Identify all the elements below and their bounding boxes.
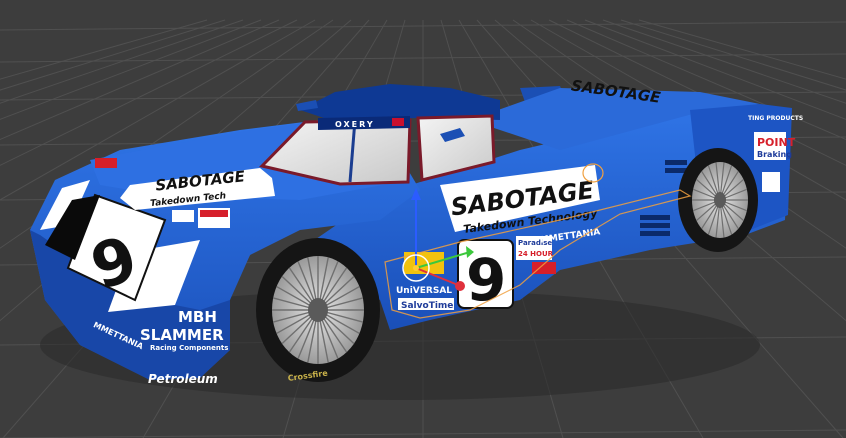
front-sponsor-petroleum: Petroleum [148, 372, 218, 386]
rear-wheel [678, 148, 758, 252]
front-sponsor-mbh: MBH [178, 308, 217, 326]
hood-decal-1 [172, 210, 194, 222]
hood-decal-3 [200, 210, 228, 217]
car-roof [300, 84, 500, 120]
rear-panel-text-1: TING PRODUCTS [748, 115, 803, 122]
side-race-number: 9 [466, 246, 506, 314]
rear-panel-text-3: Braking [757, 150, 792, 159]
gizmo-center-dot[interactable] [413, 265, 419, 271]
hood-decal-red [95, 158, 117, 168]
gizmo-x-handle[interactable] [455, 281, 465, 291]
side-sponsor-24hour: 24 HOUR [518, 250, 554, 258]
rear-panel-decal-2 [762, 172, 780, 192]
3d-viewport[interactable]: OXERY 9 SABOTAGE Takedown Tech MBH SLAMM… [0, 0, 846, 438]
front-sponsor-slammer: SLAMMER [140, 326, 224, 344]
front-wheel [256, 238, 380, 382]
side-sponsor-universal: UniVERSAL [396, 286, 452, 296]
roof-brand-text: OXERY [335, 120, 375, 129]
rear-panel-text-2: POINT [757, 136, 796, 149]
front-sponsor-slammer-sub: Racing Components [150, 344, 228, 352]
side-sponsor-salvotime: SalvoTime [401, 301, 453, 311]
roof-flag [392, 118, 404, 126]
